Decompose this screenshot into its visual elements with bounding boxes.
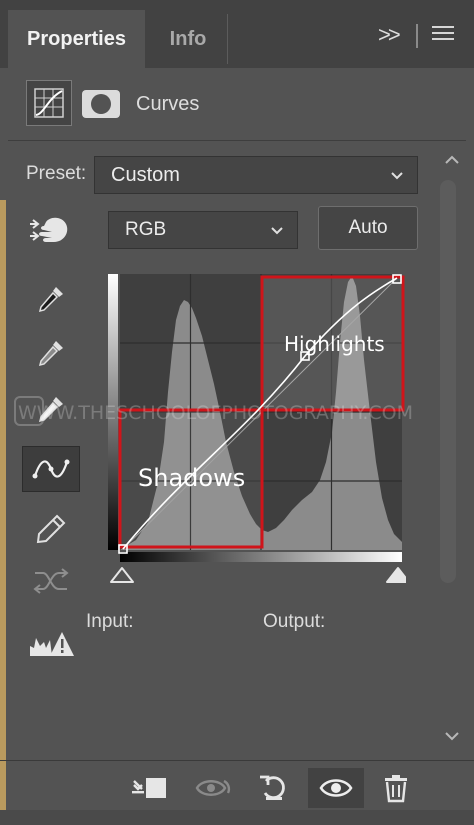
- preset-value: Custom: [111, 163, 180, 186]
- eyedropper-gray-icon[interactable]: [22, 332, 80, 378]
- toolbar-divider: [416, 24, 418, 48]
- input-gradient-bar: [120, 552, 402, 562]
- channel-dropdown[interactable]: RGB: [108, 211, 298, 249]
- eyedropper-black-icon[interactable]: [22, 278, 80, 324]
- chevron-down-icon: [391, 172, 403, 180]
- chevron-down-icon: [271, 227, 283, 235]
- channel-value: RGB: [125, 219, 167, 240]
- input-label: Input:: [86, 611, 134, 632]
- highlights-annotation: Highlights: [284, 332, 385, 356]
- preset-dropdown[interactable]: Custom: [94, 156, 418, 194]
- curves-graph[interactable]: [106, 272, 406, 592]
- collapse-panel-button[interactable]: >>: [378, 22, 401, 48]
- scroll-up-icon[interactable]: [444, 152, 460, 170]
- scrollbar-thumb[interactable]: [440, 180, 456, 583]
- panel-menu-icon[interactable]: [432, 26, 454, 44]
- view-previous-state-icon[interactable]: [192, 768, 236, 808]
- tab-separator: [227, 14, 228, 64]
- tab-properties[interactable]: Properties: [8, 10, 145, 68]
- visibility-eye-icon[interactable]: [308, 768, 364, 808]
- preset-label: Preset:: [26, 163, 87, 184]
- panel-footer: [0, 810, 474, 825]
- curves-adjustment-icon[interactable]: [26, 80, 72, 126]
- layer-mask-icon[interactable]: [82, 90, 120, 118]
- targeted-adjustment-hand-icon[interactable]: [28, 212, 72, 248]
- white-point-slider: [386, 567, 406, 583]
- scroll-down-icon[interactable]: [444, 728, 460, 746]
- left-edge-strip: [0, 200, 6, 825]
- black-point-slider: [110, 567, 134, 583]
- bottom-divider: [0, 760, 474, 761]
- output-label: Output:: [263, 611, 326, 632]
- panel-tab-bar: Properties Info >>: [0, 0, 474, 68]
- reset-icon[interactable]: [252, 768, 296, 808]
- smooth-curve-icon[interactable]: [22, 558, 80, 604]
- tab-info[interactable]: Info: [148, 10, 228, 68]
- trash-icon[interactable]: [374, 768, 418, 808]
- clipping-warning-icon[interactable]: [22, 620, 80, 666]
- auto-button[interactable]: Auto: [318, 206, 418, 250]
- watermark-text: WWW.THESCHOOLOFPHOTOGRAPHY.COM: [18, 402, 414, 424]
- curve-points-icon[interactable]: [22, 446, 80, 492]
- clip-to-layer-icon[interactable]: [128, 768, 172, 808]
- panel-title: Curves: [136, 93, 200, 115]
- shadows-annotation: Shadows: [138, 464, 246, 492]
- pencil-icon[interactable]: [22, 506, 80, 552]
- header-divider: [8, 140, 466, 141]
